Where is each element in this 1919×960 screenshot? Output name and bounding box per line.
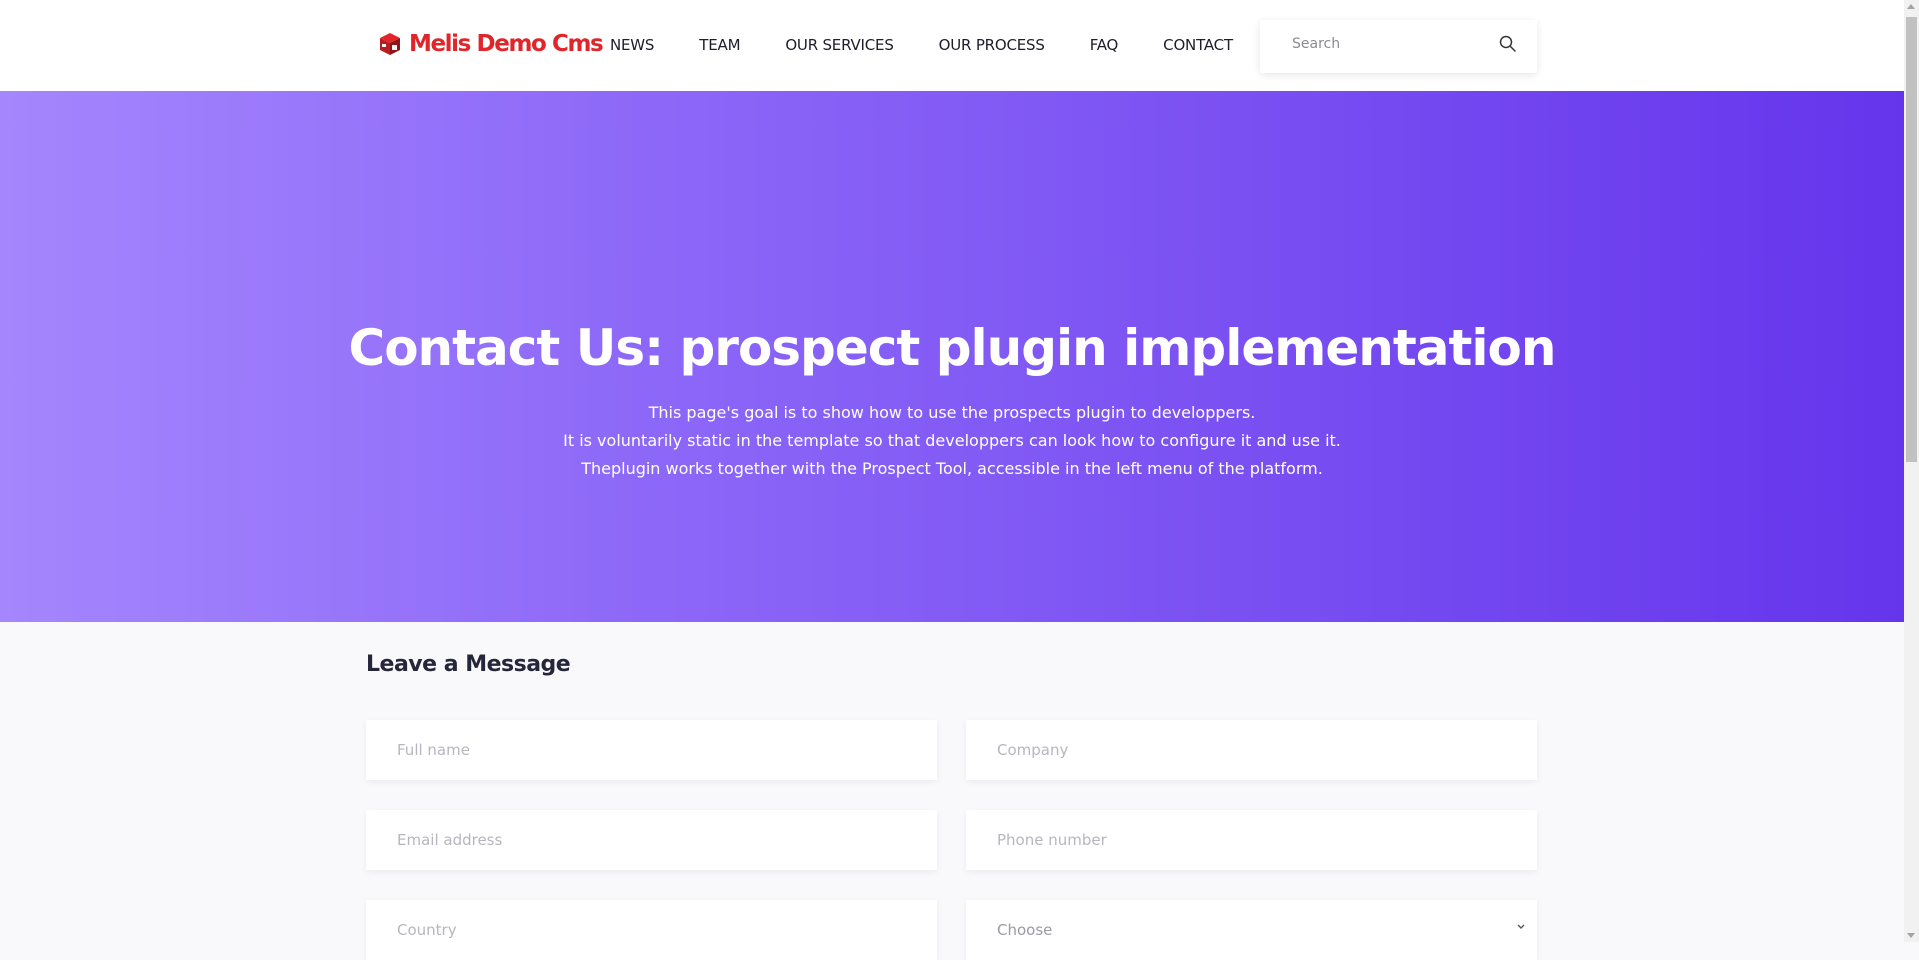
hero-line: This page's goal is to show how to use t… [648,403,1256,422]
nav-item-faq[interactable]: FAQ [1090,36,1119,54]
country-field[interactable] [366,900,937,960]
logo-icon [380,33,400,55]
nav-item-our-services[interactable]: OUR SERVICES [785,36,894,54]
page-title: Contact Us: prospect plugin implementati… [348,319,1557,377]
page-scrollbar[interactable] [1904,0,1919,942]
hero-description: This page's goal is to show how to use t… [0,399,1904,483]
hero-line: Theplugin works together with the Prospe… [581,459,1323,478]
phone-field[interactable] [966,810,1537,870]
scroll-thumb[interactable] [1906,17,1917,462]
nav-item-contact[interactable]: CONTACT [1163,36,1233,54]
nav-item-news[interactable]: NEWS [610,36,654,54]
search-box [1260,20,1537,73]
chevron-down-icon [1517,924,1525,929]
full-name-field[interactable] [366,720,937,780]
hero-line: It is voluntarily static in the template… [563,431,1341,450]
email-field[interactable] [366,810,937,870]
search-input[interactable] [1290,35,1494,53]
logo[interactable]: Melis Demo Cms [377,31,604,57]
form-title: Leave a Message [366,652,571,677]
nav-item-our-process[interactable]: OUR PROCESS [939,36,1045,54]
hero-banner: Contact Us: prospect plugin implementati… [0,91,1904,622]
scroll-up-arrow-icon[interactable] [1907,4,1915,9]
scroll-down-arrow-icon[interactable] [1907,933,1915,938]
choose-select-value: Choose [997,921,1053,939]
nav-item-team[interactable]: TEAM [699,36,740,54]
brand-name: Melis Demo Cms [409,31,604,57]
choose-select[interactable]: Choose [966,900,1537,960]
main-nav: NEWS TEAM OUR SERVICES OUR PROCESS FAQ C… [610,36,1278,54]
search-icon[interactable] [1498,34,1518,54]
site-header: Melis Demo Cms NEWS TEAM OUR SERVICES OU… [0,0,1904,91]
company-field[interactable] [966,720,1537,780]
